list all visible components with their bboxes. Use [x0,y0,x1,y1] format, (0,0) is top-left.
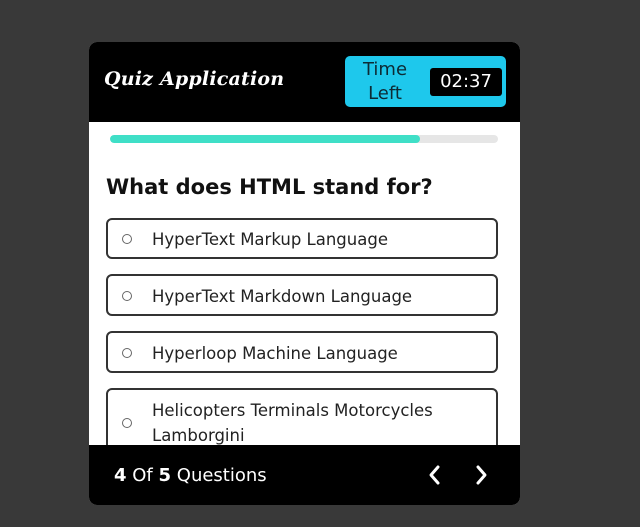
progress-bar-fill [110,135,421,143]
questions-text: Questions [176,465,267,486]
question-counter: 4 Of 5 Questions [114,464,267,488]
answer-option-label: Helicopters Terminals Motorcycles Lambor… [152,401,433,445]
radio-button[interactable] [122,234,132,244]
chevron-left-icon [429,465,440,485]
chevron-right-icon [476,465,487,485]
answer-option-3[interactable]: Hyperloop Machine Language [106,331,498,373]
timer-box: Time Left 02:37 [345,56,506,107]
total-questions-number: 5 [158,465,172,486]
quiz-card: Quiz Application Time Left 02:37 What do… [89,42,520,505]
app-title: Quiz Application [104,68,285,90]
previous-button[interactable] [420,460,450,490]
next-button[interactable] [466,460,496,490]
timer-value: 02:37 [430,68,502,96]
radio-button[interactable] [122,418,132,428]
answer-option-label: HyperText Markup Language [152,230,388,249]
answer-option-2[interactable]: HyperText Markdown Language [106,274,498,316]
current-question-number: 4 [114,465,127,486]
question-text: What does HTML stand for? [106,175,433,199]
radio-button[interactable] [122,348,132,358]
quiz-header: Quiz Application Time Left 02:37 [89,42,520,122]
timer-label: Time Left [362,59,408,104]
quiz-footer: 4 Of 5 Questions [89,445,520,505]
answer-option-1[interactable]: HyperText Markup Language [106,218,498,259]
answer-option-label: HyperText Markdown Language [152,287,413,306]
of-text: Of [132,465,153,486]
progress-bar [110,135,498,143]
answer-option-label: Hyperloop Machine Language [152,344,398,363]
radio-button[interactable] [122,291,132,301]
